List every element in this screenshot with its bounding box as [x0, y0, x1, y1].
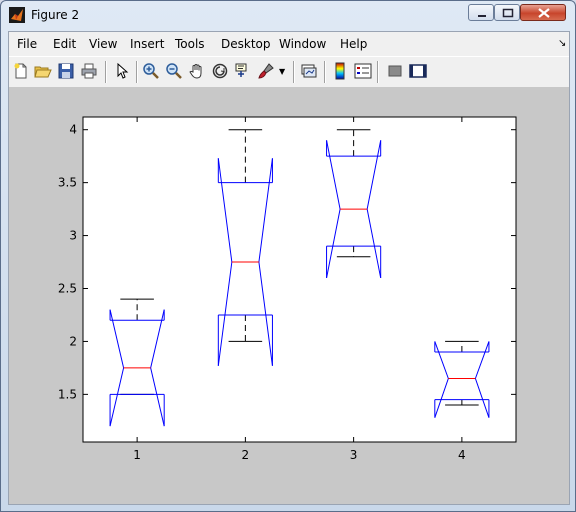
- menu-desktop[interactable]: Desktop: [221, 37, 271, 51]
- x-tick-label: 2: [242, 448, 250, 462]
- brush-icon[interactable]: [257, 62, 275, 80]
- y-tick-label: 4: [69, 123, 77, 137]
- legend-icon[interactable]: [354, 62, 372, 80]
- dock-arrow-icon[interactable]: ↘: [558, 38, 566, 49]
- rotate-3d-icon[interactable]: [211, 62, 229, 80]
- boxplot-axes[interactable]: 1.5 2 2.5 3 3.5 4 1 2 3 4: [9, 87, 569, 504]
- pan-hand-icon[interactable]: [188, 62, 206, 80]
- title-bar[interactable]: Figure 2: [1, 1, 575, 29]
- matlab-logo-icon: [9, 7, 25, 23]
- menu-insert[interactable]: Insert: [130, 37, 164, 51]
- menu-view[interactable]: View: [89, 37, 117, 51]
- figure-toolbar: ▼: [9, 56, 569, 88]
- close-icon: [538, 8, 550, 18]
- zoom-in-icon[interactable]: [142, 62, 160, 80]
- x-tick-label: 4: [458, 448, 466, 462]
- toolbar-separator: [105, 61, 107, 83]
- menu-edit[interactable]: Edit: [53, 37, 76, 51]
- toolbar-separator: [377, 61, 379, 83]
- x-tick-label: 3: [350, 448, 358, 462]
- figure-window: Figure 2 File Edit View Insert Tools Des…: [0, 0, 576, 512]
- colorbar-icon[interactable]: [331, 62, 349, 80]
- minimize-icon: [478, 15, 486, 17]
- menu-tools[interactable]: Tools: [175, 37, 205, 51]
- x-tick-label: 1: [133, 448, 141, 462]
- y-tick-label: 2.5: [58, 281, 77, 295]
- minimize-button[interactable]: [468, 4, 494, 21]
- y-tick-label: 3: [69, 229, 77, 243]
- menu-window[interactable]: Window: [279, 37, 326, 51]
- menu-bar: File Edit View Insert Tools Desktop Wind…: [9, 32, 569, 56]
- maximize-button[interactable]: [494, 4, 520, 21]
- show-plot-tools-icon[interactable]: [409, 62, 427, 80]
- data-cursor-icon[interactable]: [234, 62, 252, 80]
- y-tick-label: 3.5: [58, 176, 77, 190]
- save-icon[interactable]: [57, 62, 75, 80]
- window-title: Figure 2: [31, 8, 80, 22]
- figure-canvas: 1.5 2 2.5 3 3.5 4 1 2 3 4: [9, 87, 569, 504]
- y-tick-label: 2: [69, 334, 77, 348]
- maximize-icon: [502, 8, 514, 18]
- zoom-out-icon[interactable]: [165, 62, 183, 80]
- menu-help[interactable]: Help: [340, 37, 367, 51]
- toolbar-separator: [293, 61, 295, 83]
- toolbar-separator: [324, 61, 326, 83]
- select-arrow-icon[interactable]: [112, 62, 130, 80]
- print-icon[interactable]: [80, 62, 98, 80]
- y-tick-label: 1.5: [58, 387, 77, 401]
- toolbar-separator: [136, 61, 138, 83]
- hide-plot-tools-icon[interactable]: [386, 62, 404, 80]
- open-file-icon[interactable]: [34, 62, 52, 80]
- brush-dropdown-icon[interactable]: ▼: [279, 67, 285, 76]
- close-button[interactable]: [520, 4, 566, 21]
- link-plot-icon[interactable]: [300, 62, 318, 80]
- new-figure-icon[interactable]: [12, 62, 30, 80]
- menu-file[interactable]: File: [17, 37, 37, 51]
- plot-area: [82, 116, 517, 443]
- figure-client-area: File Edit View Insert Tools Desktop Wind…: [8, 31, 570, 505]
